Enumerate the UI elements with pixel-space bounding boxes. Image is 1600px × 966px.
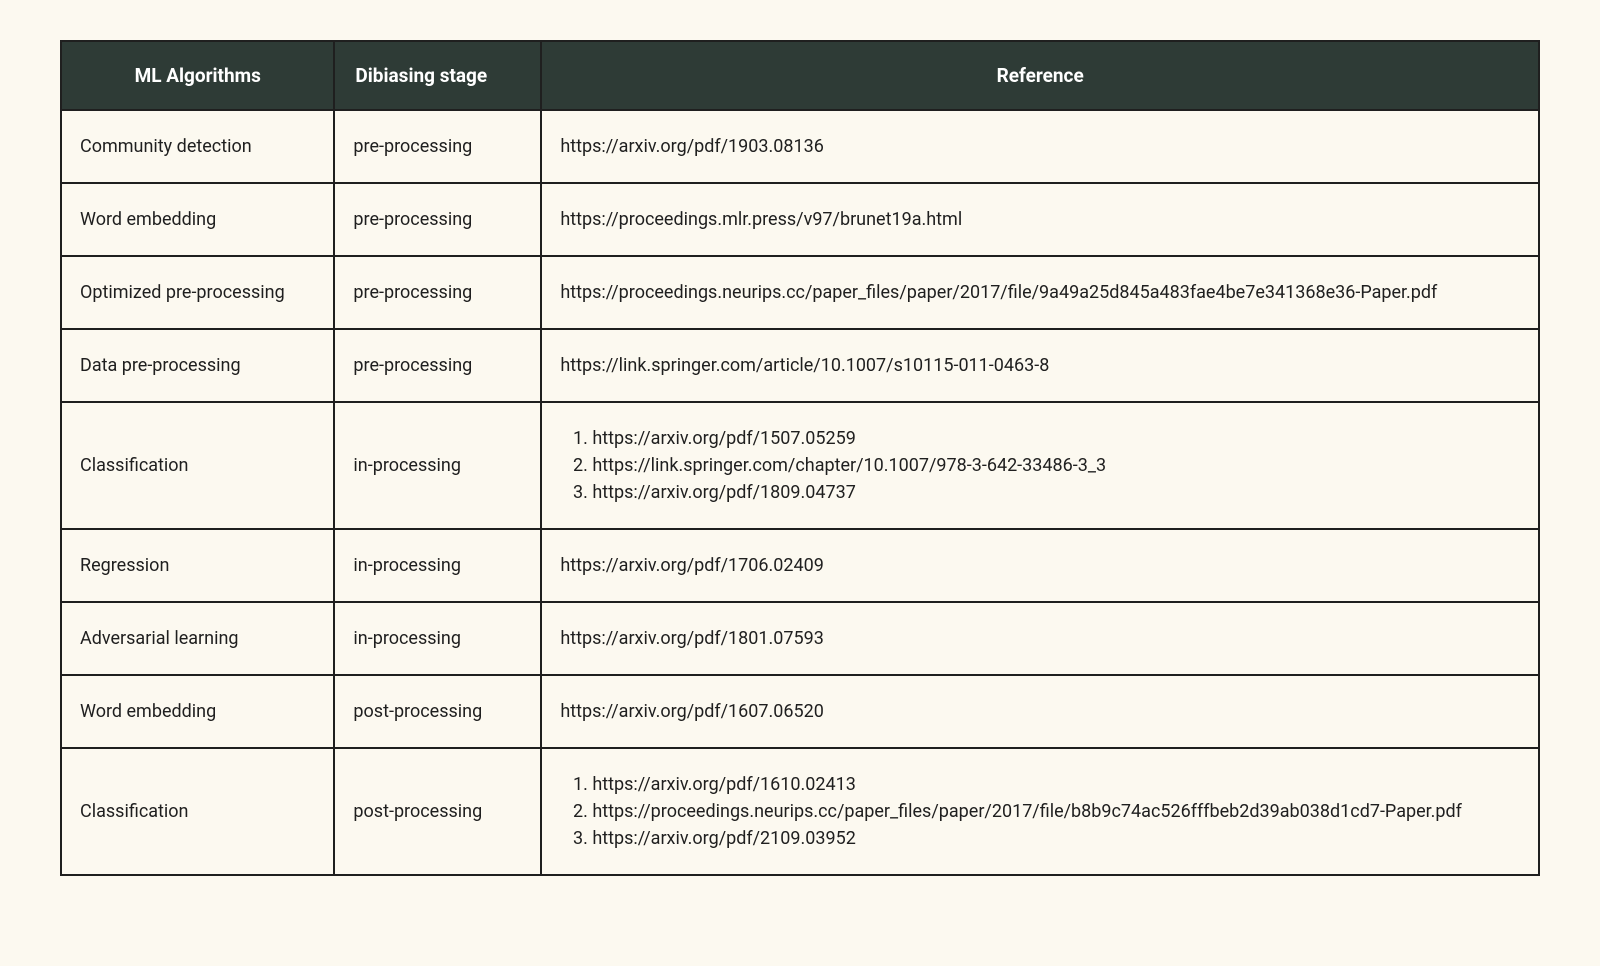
cell-ref: https://arxiv.org/pdf/1610.02413https://…	[541, 748, 1539, 875]
cell-ref: https://arxiv.org/pdf/1507.05259https://…	[541, 402, 1539, 529]
cell-ref: https://arxiv.org/pdf/1706.02409	[541, 529, 1539, 602]
header-stage: Dibiasing stage	[334, 41, 541, 110]
cell-algo: Adversarial learning	[61, 602, 334, 675]
cell-stage: pre-processing	[334, 329, 541, 402]
cell-stage: post-processing	[334, 675, 541, 748]
ref-list-item: https://arxiv.org/pdf/1507.05259	[592, 425, 1520, 452]
cell-ref: https://arxiv.org/pdf/1903.08136	[541, 110, 1539, 183]
header-algo: ML Algorithms	[61, 41, 334, 110]
cell-algo: Regression	[61, 529, 334, 602]
table-row: Word embeddingpre-processing https://proc…	[61, 183, 1539, 256]
table-row: Community detectionpre-processing https:/…	[61, 110, 1539, 183]
cell-stage: pre-processing	[334, 183, 541, 256]
table-row: Classificationpost-processinghttps://arx…	[61, 748, 1539, 875]
ref-link: https://arxiv.org/pdf/1903.08136	[560, 136, 824, 157]
cell-algo: Classification	[61, 402, 334, 529]
cell-ref: https://link.springer.com/article/10.100…	[541, 329, 1539, 402]
table-row: Data pre-processingpre-processing https:/…	[61, 329, 1539, 402]
ref-link: https://arxiv.org/pdf/1607.06520	[560, 701, 824, 722]
ref-list-item: https://arxiv.org/pdf/1809.04737	[592, 479, 1520, 506]
ref-list-item: https://link.springer.com/chapter/10.100…	[592, 452, 1520, 479]
cell-stage: in-processing	[334, 402, 541, 529]
table-row: Word embeddingpost-processing https://arx…	[61, 675, 1539, 748]
cell-stage: post-processing	[334, 748, 541, 875]
cell-algo: Optimized pre-processing	[61, 256, 334, 329]
ref-list: https://arxiv.org/pdf/1507.05259https://…	[560, 425, 1520, 506]
cell-ref: https://arxiv.org/pdf/1801.07593	[541, 602, 1539, 675]
debiasing-table: ML Algorithms Dibiasing stage Reference …	[60, 40, 1540, 876]
cell-ref: https://proceedings.neurips.cc/paper_fil…	[541, 256, 1539, 329]
cell-stage: in-processing	[334, 529, 541, 602]
ref-link: https://link.springer.com/article/10.100…	[560, 355, 1049, 376]
ref-link: https://arxiv.org/pdf/1706.02409	[560, 555, 824, 576]
table-row: Adversarial learningin-processing https:/…	[61, 602, 1539, 675]
ref-link: https://arxiv.org/pdf/1801.07593	[560, 628, 824, 649]
cell-algo: Word embedding	[61, 675, 334, 748]
cell-stage: pre-processing	[334, 110, 541, 183]
table-header-row: ML Algorithms Dibiasing stage Reference	[61, 41, 1539, 110]
ref-list-item: https://arxiv.org/pdf/2109.03952	[592, 825, 1520, 852]
ref-link: https://proceedings.neurips.cc/paper_fil…	[560, 282, 1437, 303]
table-row: Classificationin-processinghttps://arxiv…	[61, 402, 1539, 529]
cell-stage: in-processing	[334, 602, 541, 675]
ref-list: https://arxiv.org/pdf/1610.02413https://…	[560, 771, 1520, 852]
cell-stage: pre-processing	[334, 256, 541, 329]
table-row: Optimized pre-processingpre-processing ht…	[61, 256, 1539, 329]
cell-algo: Word embedding	[61, 183, 334, 256]
table-body: Community detectionpre-processinghttps:/…	[61, 110, 1539, 875]
ref-list-item: https://arxiv.org/pdf/1610.02413	[592, 771, 1520, 798]
cell-algo: Classification	[61, 748, 334, 875]
cell-algo: Community detection	[61, 110, 334, 183]
header-ref: Reference	[541, 41, 1539, 110]
ref-list-item: https://proceedings.neurips.cc/paper_fil…	[592, 798, 1520, 825]
cell-ref: https://arxiv.org/pdf/1607.06520	[541, 675, 1539, 748]
ref-link: https://proceedings.mlr.press/v97/brunet…	[560, 209, 962, 230]
cell-ref: https://proceedings.mlr.press/v97/brunet…	[541, 183, 1539, 256]
cell-algo: Data pre-processing	[61, 329, 334, 402]
table-row: Regressionin-processing https://arxiv.org…	[61, 529, 1539, 602]
